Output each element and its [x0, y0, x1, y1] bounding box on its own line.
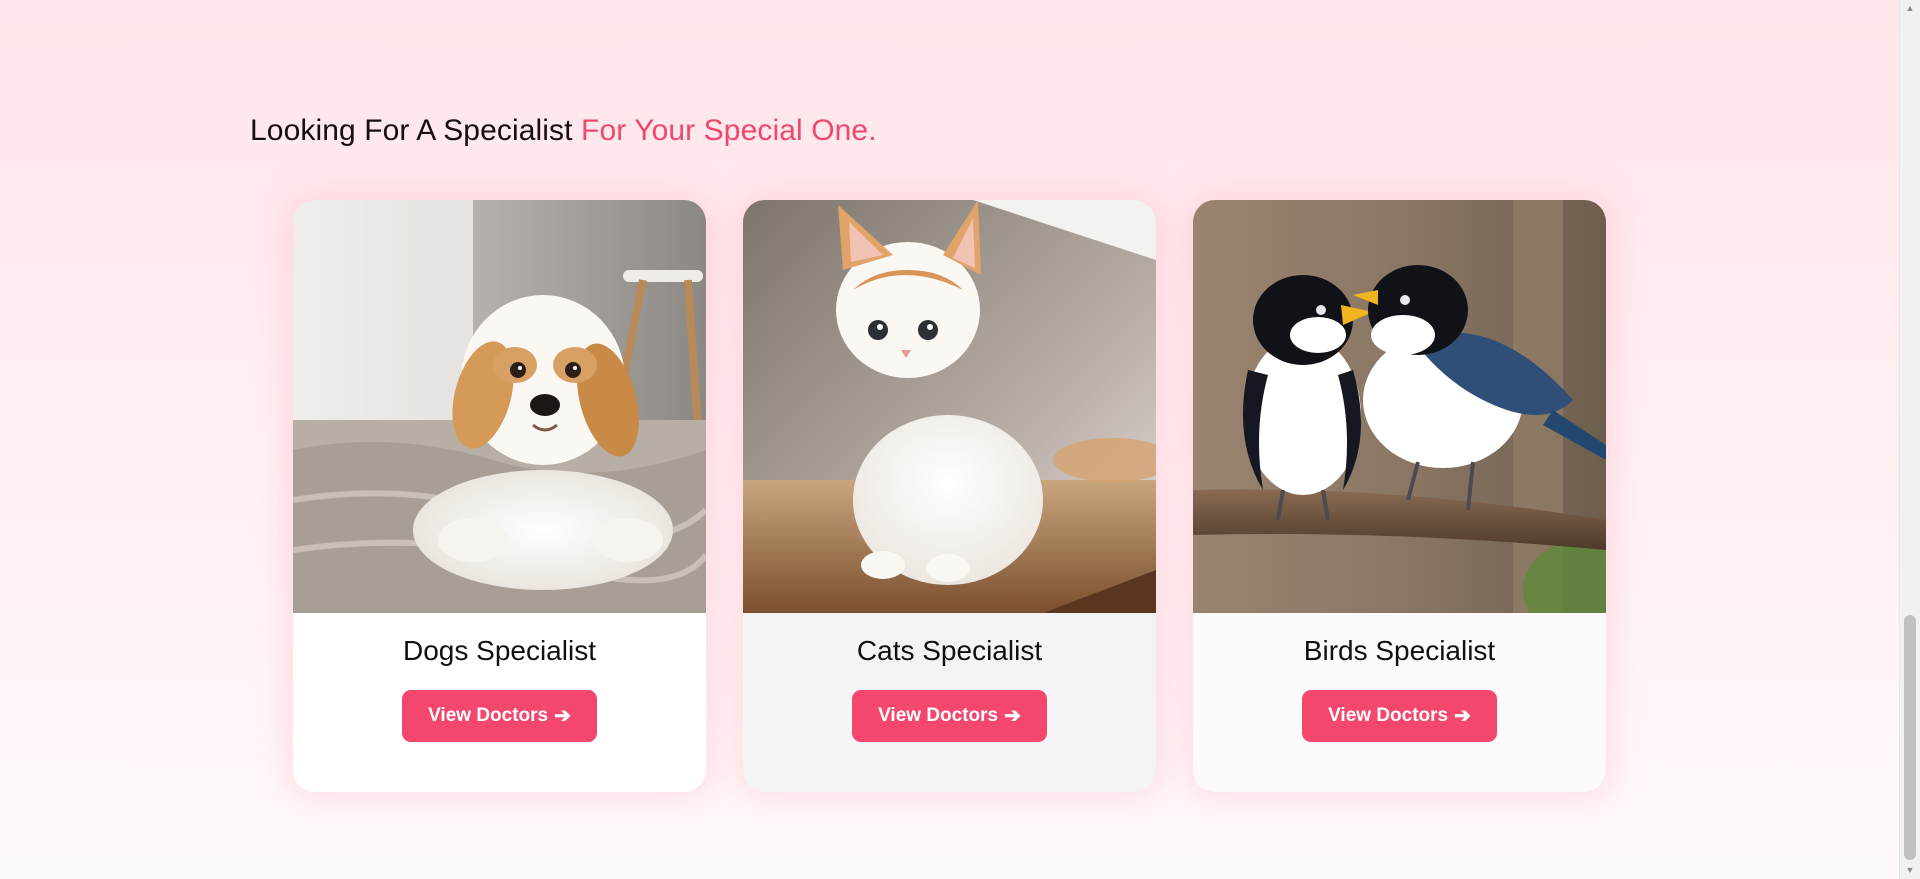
puppy-photo	[293, 200, 706, 613]
kitten-photo	[743, 200, 1156, 613]
view-doctors-birds-button[interactable]: View Doctors ➔	[1302, 690, 1497, 742]
card-title: Cats Specialist	[856, 635, 1043, 666]
button-label: View Doctors	[878, 705, 999, 726]
heading-accent: For Your Special One.	[581, 114, 877, 147]
vertical-scrollbar[interactable]: ▲ ▼	[1899, 0, 1920, 879]
view-doctors-dogs-button[interactable]: View Doctors ➔	[402, 690, 597, 742]
birds-photo	[1193, 200, 1606, 613]
card-title: Birds Specialist	[1303, 635, 1496, 666]
arrow-right-icon: ➔	[554, 705, 571, 727]
specialist-card-dogs: Dogs Specialist View Doctors ➔	[293, 200, 706, 792]
heading-main: Looking For A Specialist	[250, 114, 582, 147]
arrow-right-icon: ➔	[1004, 705, 1021, 727]
specialist-card-birds: Birds Specialist View Doctors ➔	[1193, 200, 1606, 792]
specialists-section: Looking For A Specialist For Your Specia…	[0, 0, 1900, 879]
specialist-card-cats: Cats Specialist View Doctors ➔	[743, 200, 1156, 792]
scroll-up-icon[interactable]: ▲	[1900, 0, 1920, 17]
button-label: View Doctors	[428, 705, 549, 726]
scroll-down-icon[interactable]: ▼	[1900, 862, 1920, 879]
scrollbar-thumb[interactable]	[1904, 615, 1916, 860]
section-heading: Looking For A Specialist For Your Specia…	[250, 114, 877, 148]
view-doctors-cats-button[interactable]: View Doctors ➔	[852, 690, 1047, 742]
button-label: View Doctors	[1328, 705, 1449, 726]
arrow-right-icon: ➔	[1454, 705, 1471, 727]
card-title: Dogs Specialist	[403, 635, 596, 666]
